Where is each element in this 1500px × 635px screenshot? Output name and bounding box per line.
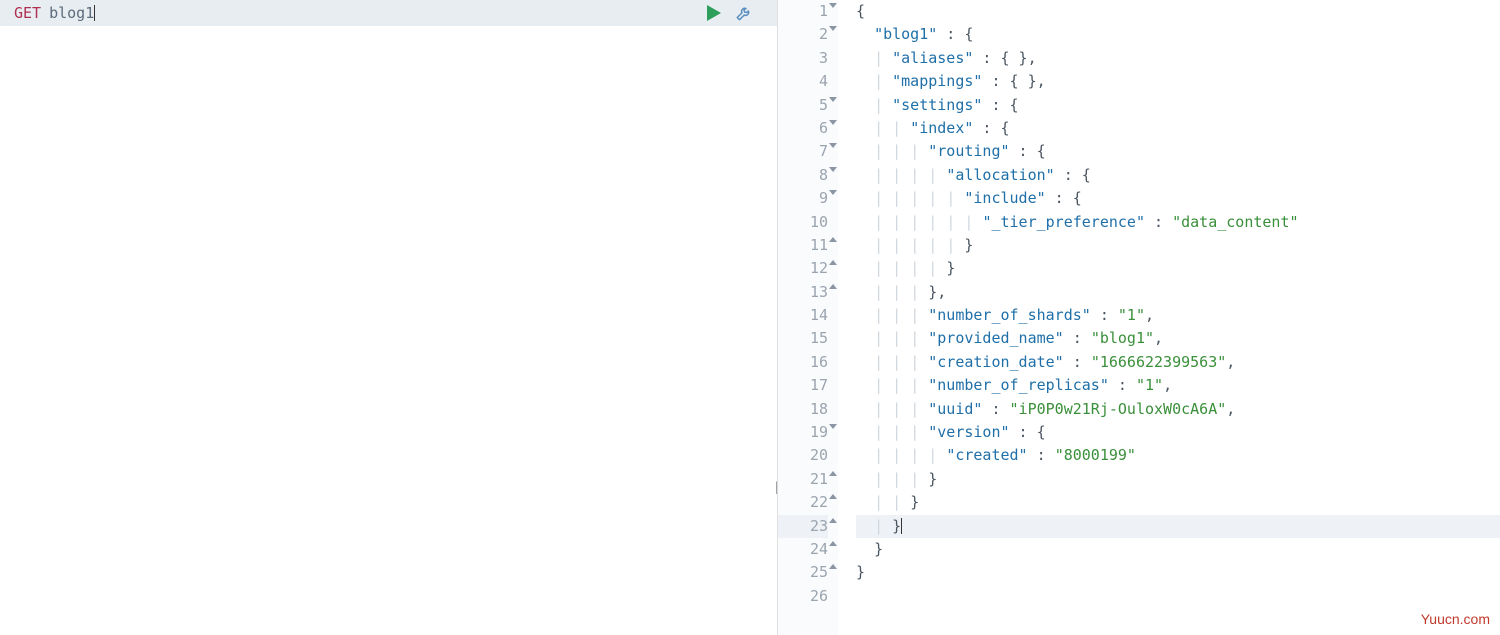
gutter-line: 17 [778, 374, 828, 397]
gutter-line: 26 [778, 585, 828, 608]
fold-close-icon[interactable] [829, 284, 837, 289]
line-gutter: 1234567891011121314151617181920212223242… [778, 0, 838, 635]
request-path: blog1 [49, 4, 94, 22]
http-method: GET [14, 4, 41, 22]
code-line [856, 585, 1500, 608]
gutter-line: 23 [778, 515, 828, 538]
fold-close-icon[interactable] [829, 564, 837, 569]
fold-open-icon[interactable] [829, 190, 837, 195]
gutter-line: 24 [778, 538, 828, 561]
gutter-line: 15 [778, 327, 828, 350]
code-line: | | } [856, 491, 1500, 514]
fold-open-icon[interactable] [829, 3, 837, 8]
fold-open-icon[interactable] [829, 97, 837, 102]
gutter-line: 2 [778, 23, 828, 46]
gutter-line: 6 [778, 117, 828, 140]
code-line: | } [856, 515, 1500, 538]
code-line: | | | "uuid" : "iP0P0w21Rj-OuloxW0cA6A", [856, 398, 1500, 421]
watermark: Yuucn.com [1421, 611, 1490, 627]
response-pane: 1234567891011121314151617181920212223242… [778, 0, 1500, 635]
code-line: | | | "creation_date" : "1666622399563", [856, 351, 1500, 374]
gutter-line: 19 [778, 421, 828, 444]
gutter-line: 10 [778, 211, 828, 234]
code-line: | | | }, [856, 281, 1500, 304]
fold-open-icon[interactable] [829, 143, 837, 148]
gutter-line: 5 [778, 94, 828, 117]
code-line: "blog1" : { [856, 23, 1500, 46]
code-line: | | | | | "include" : { [856, 187, 1500, 210]
gutter-line: 11 [778, 234, 828, 257]
code-line: | | | "routing" : { [856, 140, 1500, 163]
gutter-line: 18 [778, 398, 828, 421]
code-line: | | | | "created" : "8000199" [856, 444, 1500, 467]
code-line: | "settings" : { [856, 94, 1500, 117]
fold-close-icon[interactable] [829, 471, 837, 476]
code-line: | | | "provided_name" : "blog1", [856, 327, 1500, 350]
text-cursor [94, 5, 95, 21]
play-icon[interactable] [707, 5, 721, 21]
gutter-line: 1 [778, 0, 828, 23]
code-line: | | | } [856, 468, 1500, 491]
text-cursor [901, 518, 902, 534]
code-line: | | | | | | "_tier_preference" : "data_c… [856, 211, 1500, 234]
response-body[interactable]: { "blog1" : { | "aliases" : { }, | "mapp… [838, 0, 1500, 635]
code-line: | | | "number_of_shards" : "1", [856, 304, 1500, 327]
gutter-line: 25 [778, 561, 828, 584]
gutter-line: 22 [778, 491, 828, 514]
code-line: | | | "number_of_replicas" : "1", [856, 374, 1500, 397]
gutter-line: 9 [778, 187, 828, 210]
fold-open-icon[interactable] [829, 167, 837, 172]
request-line[interactable]: GET blog1 [0, 0, 777, 26]
dev-console: GET blog1 || 123456789101112131415161718… [0, 0, 1500, 635]
gutter-line: 7 [778, 140, 828, 163]
gutter-line: 16 [778, 351, 828, 374]
fold-close-icon[interactable] [829, 260, 837, 265]
gutter-line: 21 [778, 468, 828, 491]
gutter-line: 20 [778, 444, 828, 467]
gutter-line: 14 [778, 304, 828, 327]
gutter-line: 3 [778, 47, 828, 70]
code-line: } [856, 561, 1500, 584]
request-editor-pane: GET blog1 [0, 0, 778, 635]
fold-open-icon[interactable] [829, 424, 837, 429]
fold-open-icon[interactable] [829, 120, 837, 125]
code-line: | "aliases" : { }, [856, 47, 1500, 70]
code-line: | | | "version" : { [856, 421, 1500, 444]
code-line: { [856, 0, 1500, 23]
fold-open-icon[interactable] [829, 26, 837, 31]
gutter-line: 13 [778, 281, 828, 304]
code-line: } [856, 538, 1500, 561]
code-line: | "mappings" : { }, [856, 70, 1500, 93]
run-controls [707, 4, 753, 22]
fold-close-icon[interactable] [829, 237, 837, 242]
code-line: | | | | "allocation" : { [856, 164, 1500, 187]
code-line: | | | | } [856, 257, 1500, 280]
code-line: | | | | | } [856, 234, 1500, 257]
fold-close-icon[interactable] [829, 494, 837, 499]
fold-close-icon[interactable] [829, 541, 837, 546]
fold-close-icon[interactable] [829, 518, 837, 523]
code-line: | | "index" : { [856, 117, 1500, 140]
wrench-icon[interactable] [735, 4, 753, 22]
gutter-line: 12 [778, 257, 828, 280]
gutter-line: 4 [778, 70, 828, 93]
gutter-line: 8 [778, 164, 828, 187]
